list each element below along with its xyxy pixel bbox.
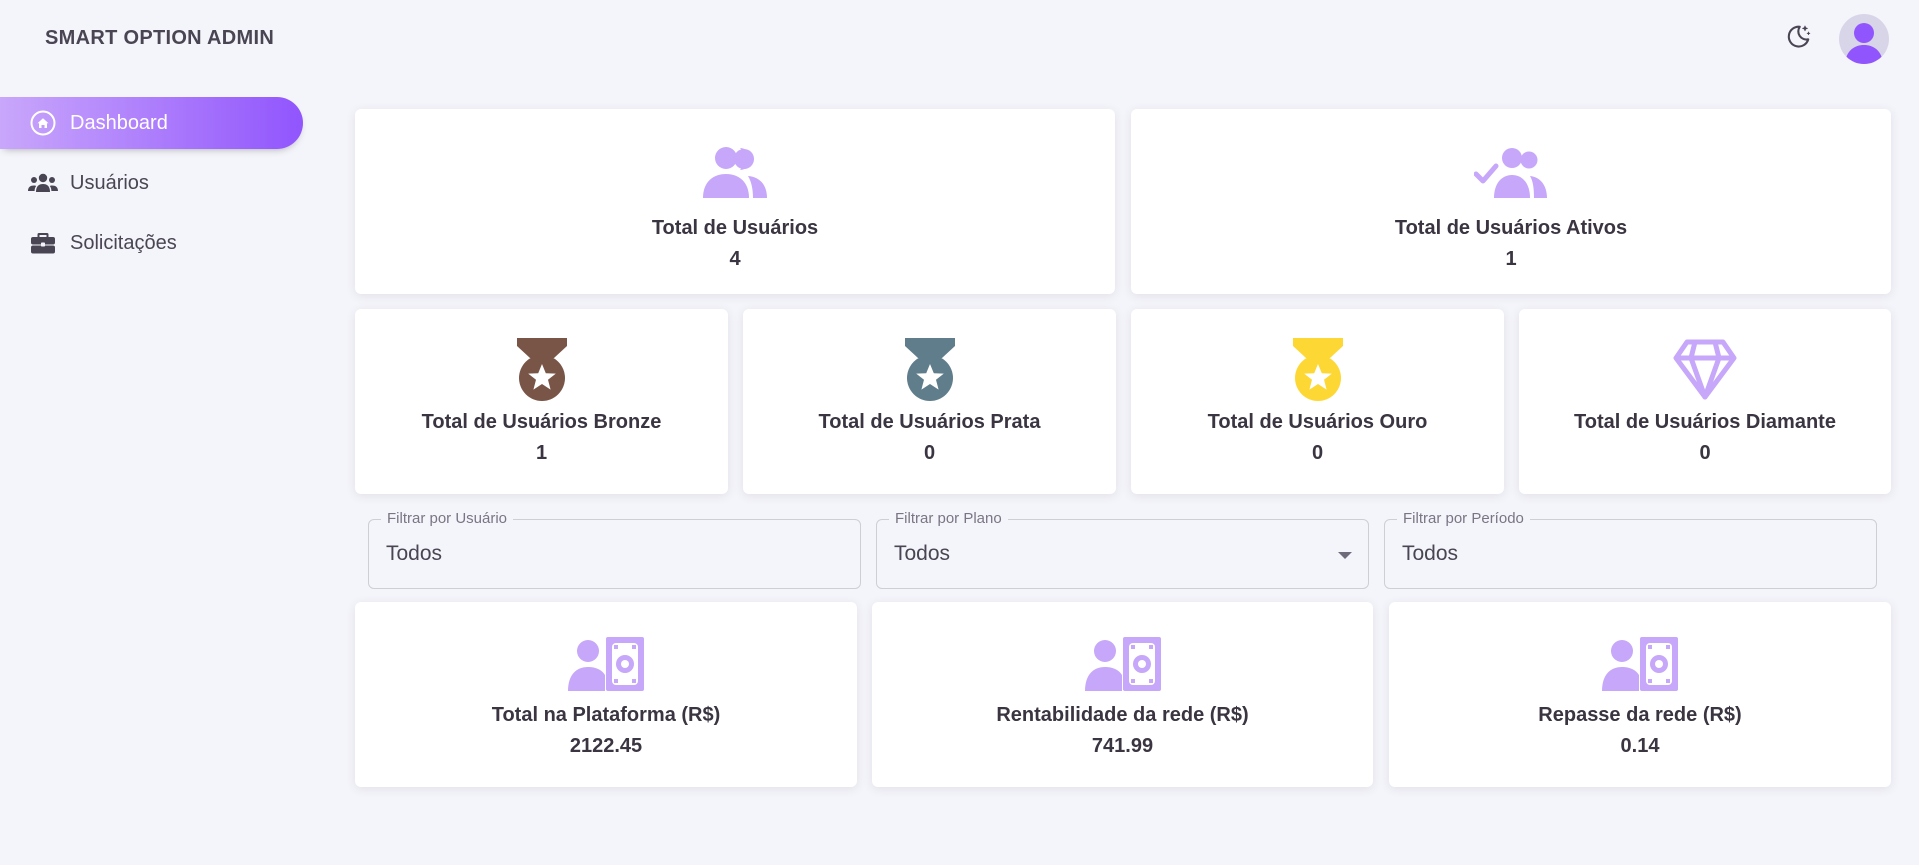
- sidebar-item-dashboard[interactable]: Dashboard: [0, 97, 303, 149]
- users-check-icon: [1474, 141, 1548, 203]
- stat-card-prata: Total de Usuários Prata 0: [743, 309, 1116, 494]
- sidebar-item-label: Usuários: [70, 171, 149, 194]
- stat-card-ouro: Total de Usuários Ouro 0: [1131, 309, 1504, 494]
- stat-value: 0.14: [1620, 735, 1660, 757]
- users-icon: [702, 141, 768, 203]
- stat-card-total-plataforma: Total na Plataforma (R$) 2122.45: [355, 602, 857, 787]
- stat-title: Repasse da rede (R$): [1538, 704, 1742, 726]
- moon-stars-icon: [1784, 23, 1812, 56]
- stat-title: Total de Usuários Diamante: [1574, 411, 1836, 433]
- topbar-actions: [1783, 14, 1889, 64]
- sidebar-item-label: Solicitações: [70, 231, 177, 254]
- stat-value: 2122.45: [569, 735, 643, 757]
- stat-title: Total na Plataforma (R$): [491, 704, 721, 726]
- stat-title: Rentabilidade da rede (R$): [996, 704, 1249, 726]
- users-icon: [28, 168, 58, 198]
- dark-mode-toggle[interactable]: [1783, 24, 1813, 54]
- filter-value: Todos: [386, 542, 443, 565]
- stat-title: Total de Usuários Ouro: [1207, 411, 1428, 433]
- stat-card-usuarios-ativos: Total de Usuários Ativos 1: [1131, 109, 1891, 294]
- filter-label: Filtrar por Usuário: [381, 510, 514, 527]
- sidebar-item-usuarios[interactable]: Usuários: [0, 157, 303, 209]
- stat-title: Total de Usuários Bronze: [421, 411, 662, 433]
- stat-value: 0: [1311, 442, 1324, 464]
- filter-label: Filtrar por Plano: [889, 510, 1008, 527]
- user-cash-icon: [1602, 632, 1678, 694]
- stat-value: 4: [729, 248, 741, 270]
- sidebar-item-label: Dashboard: [70, 111, 168, 134]
- filter-usuario[interactable]: Filtrar por Usuário Todos: [368, 510, 861, 589]
- person-icon: [1845, 23, 1883, 64]
- diamond-icon: [1673, 339, 1737, 401]
- user-avatar[interactable]: [1839, 14, 1889, 64]
- stat-card-rentabilidade: Rentabilidade da rede (R$) 741.99: [872, 602, 1373, 787]
- brand-title: SMART OPTION ADMIN: [45, 27, 275, 49]
- stat-card-diamante: Total de Usuários Diamante 0: [1519, 309, 1891, 494]
- medal-icon: [514, 338, 570, 401]
- medal-icon: [1290, 338, 1346, 401]
- filter-periodo[interactable]: Filtrar por Período Todos: [1384, 510, 1877, 589]
- stat-card-bronze: Total de Usuários Bronze 1: [355, 309, 728, 494]
- filter-plano[interactable]: Filtrar por Plano Todos: [876, 510, 1369, 589]
- filter-value: Todos: [1402, 542, 1459, 565]
- stat-value: 0: [1699, 442, 1711, 464]
- dropdown-arrow-icon: [1338, 552, 1352, 559]
- medal-icon: [902, 338, 958, 401]
- sidebar: Dashboard Usuários Solicitações: [0, 97, 303, 277]
- sidebar-item-solicitacoes[interactable]: Solicitações: [0, 217, 303, 269]
- stat-title: Total de Usuários Ativos: [1394, 217, 1628, 239]
- stat-title: Total de Usuários: [651, 217, 819, 239]
- filter-label: Filtrar por Período: [1397, 510, 1530, 527]
- user-cash-icon: [568, 632, 644, 694]
- stat-card-repasse: Repasse da rede (R$) 0.14: [1389, 602, 1891, 787]
- home-icon: [28, 108, 58, 138]
- user-cash-icon: [1084, 632, 1161, 694]
- stat-value: 1: [1505, 248, 1517, 270]
- stat-value: 0: [923, 442, 936, 464]
- filter-value: Todos: [894, 542, 951, 565]
- stat-card-total-usuarios: Total de Usuários 4: [355, 109, 1115, 294]
- stat-title: Total de Usuários Prata: [818, 411, 1041, 433]
- stat-value: 1: [535, 442, 548, 464]
- briefcase-icon: [28, 228, 58, 258]
- stat-value: 741.99: [1091, 735, 1154, 757]
